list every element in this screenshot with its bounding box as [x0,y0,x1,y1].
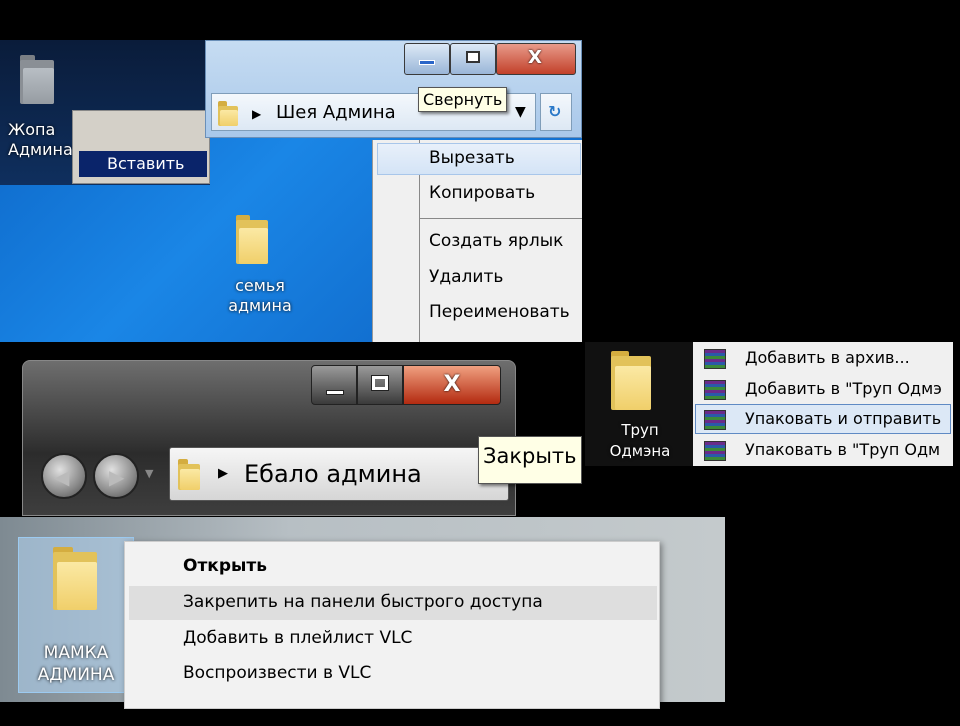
panel-trup-odmena: Труп Одмэна [585,342,693,466]
menu-separator [419,218,582,219]
menu-item-delete[interactable]: Удалить [419,267,582,287]
dropdown-icon[interactable]: ▼ [515,104,526,120]
folder-icon [178,459,200,490]
refresh-icon: ↻ [548,102,562,121]
folder-icon [218,101,238,126]
winrar-icon [704,380,726,400]
menu-item-compress-and-email[interactable]: Упаковать и отправить [735,409,953,428]
folder-icon [20,55,54,104]
menu-item-cut[interactable]: Вырезать [419,148,582,168]
folder-icon [53,547,97,610]
menu-item-add-to-named-archive[interactable]: Добавить в "Труп Одмэ [735,379,953,398]
panel-shea-admina: Жопа Админа Вставить X ▶ Шея Админа ▼ ↻ [0,40,582,342]
maximize-button[interactable] [450,43,496,75]
paste-menu-item[interactable]: Вставить [79,151,207,177]
file-context-menu: Вырезать Копировать Создать ярлык Удалит… [372,140,582,342]
menu-item-copy[interactable]: Копировать [419,183,582,203]
menu-item-rename[interactable]: Переименовать [419,302,582,322]
file-context-menu: Открыть Закрепить на панели быстрого дос… [124,541,660,709]
folder-label: семья админа [228,276,292,315]
panel-ebalo-admina: X ◀ ▶ ▼ ▶ Ебало админа [22,360,516,516]
desktop-folder-zhopa[interactable]: Жопа Админа [8,48,76,168]
winrar-icon [704,349,726,369]
folder-label: МАМКА АДМИНА [37,643,115,685]
minimize-icon [419,60,435,65]
tooltip-minimize: Свернуть [418,87,508,112]
menu-item-pin-quick-access[interactable]: Закрепить на панели быстрого доступа [173,592,659,612]
folder-icon[interactable] [611,351,651,410]
tooltip-close: Закрыть [478,436,582,484]
breadcrumb-chevron-icon: ▶ [252,107,262,121]
address-text: Ебало админа [244,460,422,488]
back-button[interactable]: ◀ [41,453,87,499]
address-bar[interactable]: ▶ Ебало админа [169,447,509,501]
menu-item-add-to-archive[interactable]: Добавить в архив... [735,348,953,367]
paste-context-menu: Вставить [72,110,210,184]
panel-mamka-admina: МАМКА АДМИНА Открыть Закрепить на панели… [0,517,725,709]
maximize-icon [371,375,389,391]
menu-item-add-vlc-playlist[interactable]: Добавить в плейлист VLC [173,628,659,648]
refresh-button[interactable]: ↻ [540,93,572,131]
close-button[interactable]: X [496,43,576,75]
menu-item-create-shortcut[interactable]: Создать ярлык [419,231,582,251]
desktop-folder-semya[interactable]: семья админа [218,208,308,332]
forward-button[interactable]: ▶ [93,453,139,499]
close-icon: X [443,372,461,397]
breadcrumb-chevron-icon: ▶ [218,466,228,481]
winrar-icon [704,410,726,430]
minimize-icon [326,390,344,395]
menu-item-compress-to-named[interactable]: Упаковать в "Труп Одм [735,440,953,459]
explorer-window: X ▶ Шея Админа ▼ ↻ Свернуть [205,40,582,138]
close-icon: X [528,47,542,68]
forward-arrow-icon: ▶ [109,465,125,489]
folder-label: Труп Одмэна [609,421,671,460]
winrar-icon [704,441,726,461]
address-text: Шея Админа [276,102,396,123]
maximize-icon [466,51,480,63]
minimize-button[interactable] [311,365,357,405]
winrar-context-menu: Добавить в архив... Добавить в "Труп Одм… [693,342,953,466]
menu-item-play-vlc[interactable]: Воспроизвести в VLC [173,663,659,683]
minimize-button[interactable] [404,43,450,75]
back-arrow-icon: ◀ [54,465,70,489]
history-dropdown-icon[interactable]: ▼ [145,467,153,480]
close-button[interactable]: X [403,365,501,405]
menu-item-open[interactable]: Открыть [173,556,659,576]
maximize-button[interactable] [357,365,403,405]
folder-icon [236,215,268,264]
folder-label: Жопа Админа [8,120,73,159]
desktop-folder-mamka[interactable]: МАМКА АДМИНА [18,537,134,693]
